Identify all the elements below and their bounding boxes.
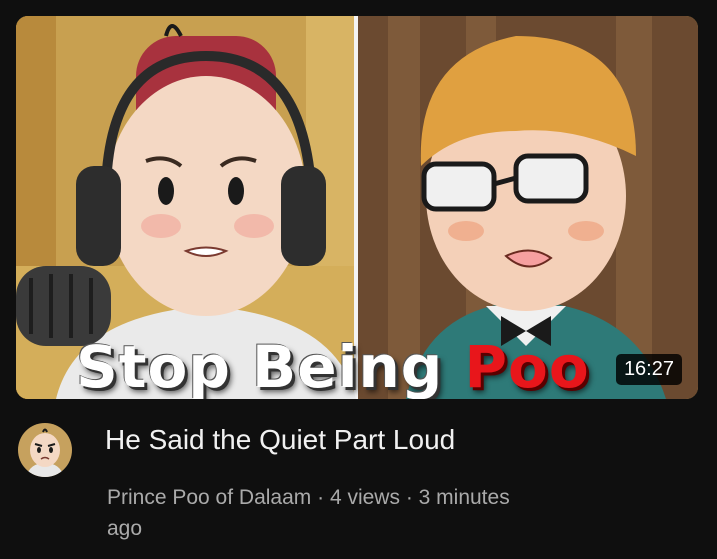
overlay-word-white: Stop Being — [76, 333, 444, 399]
thumbnail-overlay-text: Stop Being Poo — [76, 338, 590, 396]
upload-time: 3 minutes — [418, 486, 510, 509]
video-metadata: Prince Poo of Dalaam · 4 views · 3 minut… — [107, 482, 577, 544]
channel-name[interactable]: Prince Poo of Dalaam — [107, 486, 311, 509]
video-title[interactable]: He Said the Quiet Part Loud — [105, 424, 455, 456]
overlay-word-red: Poo — [464, 333, 590, 399]
channel-avatar[interactable] — [18, 423, 72, 477]
meta-separator: · — [399, 486, 419, 509]
view-count: 4 views — [329, 486, 400, 509]
meta-separator: · — [311, 486, 330, 509]
duration-badge: 16:27 — [615, 354, 682, 385]
video-thumbnail[interactable]: Stop Being Poo 16:27 — [16, 16, 698, 399]
upload-time-suffix: ago — [107, 517, 143, 540]
